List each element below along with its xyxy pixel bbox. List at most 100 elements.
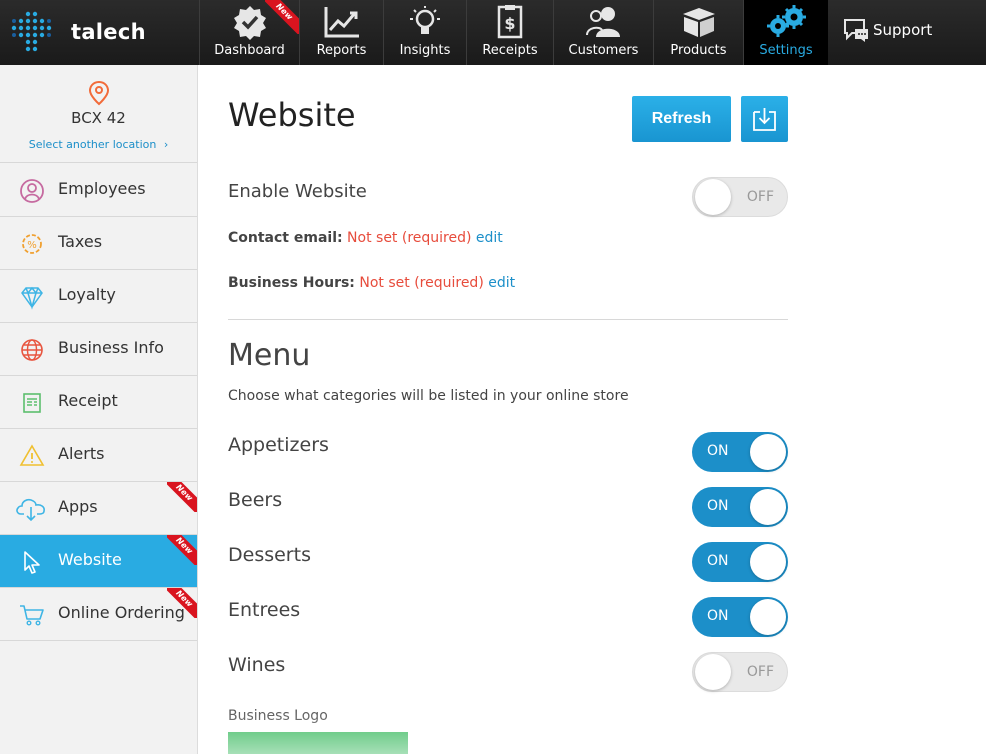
sidebar-item-website[interactable]: Website New	[0, 535, 197, 588]
select-location-link[interactable]: Select another location ›	[0, 138, 197, 151]
brand-logo[interactable]: talech	[0, 0, 198, 65]
enable-website-toggle[interactable]: OFF	[692, 177, 788, 217]
menu-section-title: Menu	[228, 338, 311, 373]
nav-label: Settings	[759, 43, 813, 58]
settings-sidebar: BCX 42 Select another location › Employe…	[0, 65, 198, 754]
section-divider	[228, 319, 788, 320]
contact-email-edit-link[interactable]: edit	[476, 230, 503, 246]
toggle-knob	[750, 434, 786, 470]
toggle-knob	[695, 654, 731, 690]
nav-reports[interactable]: Reports	[299, 0, 383, 65]
category-label: Appetizers	[228, 434, 329, 456]
new-badge: New	[265, 0, 299, 34]
support-link[interactable]: Support	[828, 0, 986, 65]
receipt-icon: $	[497, 5, 523, 39]
nav-customers[interactable]: Customers	[553, 0, 653, 65]
contact-email-row: Contact email: Not set (required) edit	[228, 230, 503, 246]
download-button[interactable]	[741, 96, 788, 142]
receipt-doc-icon	[23, 393, 41, 413]
category-label: Desserts	[228, 544, 311, 566]
sidebar-item-loyalty[interactable]: Loyalty	[0, 270, 197, 323]
sidebar-item-label: Website	[58, 550, 122, 569]
category-toggle-beers[interactable]: ON	[692, 487, 788, 527]
business-hours-edit-link[interactable]: edit	[488, 275, 515, 291]
page-title: Website	[228, 96, 356, 134]
download-icon	[753, 108, 776, 131]
contact-email-value: Not set (required)	[347, 230, 472, 246]
toggle-knob	[750, 599, 786, 635]
sidebar-item-employees[interactable]: Employees	[0, 164, 197, 217]
toggle-state: ON	[707, 498, 729, 514]
sidebar-item-taxes[interactable]: % Taxes	[0, 217, 197, 270]
lightbulb-icon	[410, 6, 440, 34]
business-hours-value: Not set (required)	[359, 275, 484, 291]
sidebar-item-label: Online Ordering	[58, 603, 185, 622]
category-label: Beers	[228, 489, 283, 511]
nav-label: Products	[670, 43, 727, 58]
sidebar-item-label: Taxes	[58, 232, 103, 251]
sidebar-item-business-info[interactable]: Business Info	[0, 323, 197, 376]
sidebar-item-label: Loyalty	[58, 285, 116, 304]
chart-line-icon	[324, 7, 359, 38]
category-label: Entrees	[228, 599, 301, 621]
sidebar-item-label: Business Info	[58, 338, 164, 357]
sidebar-item-alerts[interactable]: Alerts	[0, 429, 197, 482]
new-badge: New	[167, 535, 197, 565]
menu-section-subtitle: Choose what categories will be listed in…	[228, 388, 629, 404]
cursor-icon	[24, 551, 40, 574]
toggle-knob	[750, 489, 786, 525]
sidebar-item-online-ordering[interactable]: Online Ordering New	[0, 588, 197, 641]
category-toggle-appetizers[interactable]: ON	[692, 432, 788, 472]
nav-label: Dashboard	[214, 43, 285, 58]
nav-label: Customers	[568, 43, 639, 58]
users-icon	[585, 7, 620, 37]
chat-support-icon	[844, 19, 868, 42]
toggle-state: ON	[707, 553, 729, 569]
category-label: Wines	[228, 654, 286, 676]
new-badge: New	[167, 482, 197, 512]
category-toggle-entrees[interactable]: ON	[692, 597, 788, 637]
sidebar-item-label: Alerts	[58, 444, 105, 463]
gears-icon	[767, 5, 806, 37]
category-toggle-desserts[interactable]: ON	[692, 542, 788, 582]
new-badge: New	[167, 588, 197, 618]
brand-name: talech	[71, 20, 146, 44]
toggle-state: OFF	[746, 189, 774, 205]
category-toggle-wines[interactable]: OFF	[692, 652, 788, 692]
warning-icon	[19, 444, 45, 466]
sidebar-item-label: Employees	[58, 179, 146, 198]
cloud-download-icon	[16, 498, 45, 522]
nav-insights[interactable]: Insights	[383, 0, 466, 65]
location-name: BCX 42	[71, 109, 126, 127]
svg-text:%: %	[27, 240, 37, 251]
diamond-icon	[21, 286, 43, 310]
tax-gear-icon: %	[22, 234, 42, 254]
sidebar-item-apps[interactable]: Apps New	[0, 482, 197, 535]
sidebar-item-receipt[interactable]: Receipt	[0, 376, 197, 429]
toggle-knob	[695, 179, 731, 215]
upload-logo-button[interactable]	[228, 732, 408, 754]
svg-text:$: $	[504, 14, 515, 33]
enable-website-label: Enable Website	[228, 181, 367, 202]
refresh-button[interactable]: Refresh	[632, 96, 731, 142]
toggle-knob	[750, 544, 786, 580]
nav-label: Insights	[399, 43, 451, 58]
top-nav: talech Dashboard New Reports Insights $	[0, 0, 986, 65]
user-circle-icon	[20, 179, 44, 203]
nav-label: Receipts	[482, 43, 538, 58]
toggle-state: ON	[707, 443, 729, 459]
contact-email-label: Contact email:	[228, 230, 343, 246]
sidebar-item-label: Receipt	[58, 391, 118, 410]
nav-receipts[interactable]: $ Receipts	[466, 0, 553, 65]
toggle-state: OFF	[746, 664, 774, 680]
sidebar-item-label: Apps	[58, 497, 98, 516]
business-hours-row: Business Hours: Not set (required) edit	[228, 275, 515, 291]
nav-dashboard[interactable]: Dashboard New	[199, 0, 299, 65]
location-pin-icon	[88, 80, 110, 106]
cart-icon	[20, 605, 44, 626]
nav-settings[interactable]: Settings	[743, 0, 828, 65]
nav-label: Reports	[316, 43, 367, 58]
talech-logo-icon	[11, 11, 52, 52]
business-logo-label: Business Logo	[228, 708, 328, 724]
nav-products[interactable]: Products	[653, 0, 743, 65]
